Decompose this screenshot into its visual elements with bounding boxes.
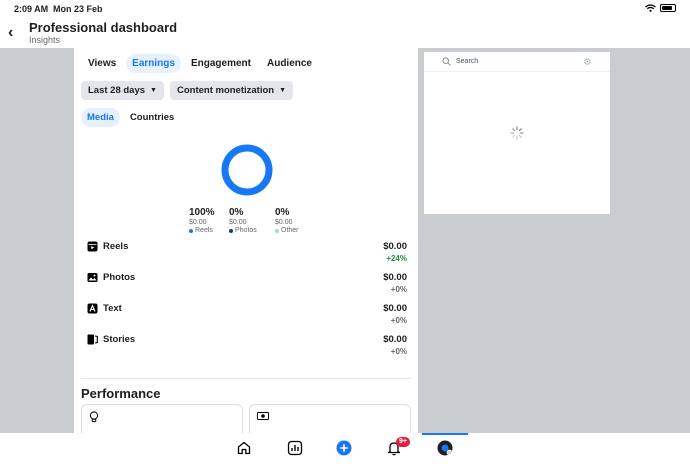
content-type-dropdown[interactable]: Content monetization ▼: [169, 81, 294, 100]
subtab-countries[interactable]: Countries: [124, 108, 180, 127]
list-item-reels[interactable]: Reels $0.00 +24%: [87, 241, 407, 272]
performance-cards: [81, 404, 411, 433]
stat-percent: 0%: [229, 207, 244, 218]
back-icon[interactable]: ‹: [8, 25, 13, 41]
row-value: $0.00: [383, 241, 407, 252]
chevron-down-icon: ▼: [279, 87, 287, 94]
breakdown-legend: 100% $0.00 Reels 0% $0.00 Photos 0% $0.0…: [189, 207, 319, 239]
stories-icon: [87, 334, 98, 345]
create-plus-icon[interactable]: [336, 440, 352, 456]
earnings-panel: Views Earnings Engagement Audience Last …: [74, 48, 418, 433]
date-range-dropdown[interactable]: Last 28 days ▼: [81, 81, 164, 100]
performance-card[interactable]: [81, 404, 243, 433]
tab-engagement[interactable]: Engagement: [185, 54, 257, 73]
stat-percent: 100%: [189, 207, 215, 218]
row-value: $0.00: [383, 303, 407, 314]
reels-icon: [87, 241, 98, 252]
list-item-stories[interactable]: Stories $0.00 +0%: [87, 334, 407, 365]
performance-card[interactable]: [249, 404, 411, 433]
stat-photos: 0% $0.00 Photos: [229, 207, 257, 234]
row-label: Photos: [103, 272, 136, 283]
tab-audience[interactable]: Audience: [261, 54, 318, 73]
content-type-label: Content monetization: [176, 85, 275, 96]
header: ‹ Professional dashboard Insights: [0, 18, 690, 48]
gear-icon[interactable]: [583, 57, 592, 66]
notification-badge: 9+: [396, 437, 410, 447]
home-icon[interactable]: [236, 440, 252, 456]
legend-dot: [275, 228, 279, 233]
stat-label: Photos: [235, 227, 257, 234]
filter-bar: Last 28 days ▼ Content monetization ▼: [81, 81, 294, 100]
row-value: $0.00: [383, 272, 407, 283]
stat-label: Reels: [195, 227, 213, 234]
search-icon: [442, 57, 451, 66]
tab-bar: Views Earnings Engagement Audience: [82, 54, 318, 73]
status-date: Mon 23 Feb: [53, 4, 103, 14]
row-label: Reels: [103, 241, 129, 252]
earnings-list: Reels $0.00 +24% Photos $0.00 +0% Text $…: [87, 241, 407, 365]
status-icons: [645, 4, 676, 12]
active-indicator: [422, 433, 468, 435]
list-item-photos[interactable]: Photos $0.00 +0%: [87, 272, 407, 303]
row-label: Text: [103, 303, 122, 314]
status-time: 2:09 AM: [14, 4, 49, 14]
row-label: Stories: [103, 334, 136, 345]
legend-dot: [229, 228, 233, 233]
donut-segment-reels: [221, 144, 273, 196]
wifi-icon: [645, 4, 656, 12]
stat-label: Other: [281, 227, 299, 234]
stat-reels: 100% $0.00 Reels: [189, 207, 215, 234]
stat-amount: $0.00: [275, 219, 293, 226]
chevron-down-icon: ▼: [150, 87, 157, 94]
battery-icon: [660, 4, 676, 12]
row-change: +0%: [390, 285, 407, 294]
list-item-text[interactable]: Text $0.00 +0%: [87, 303, 407, 334]
profile-avatar-icon[interactable]: [437, 440, 453, 456]
date-range-label: Last 28 days: [88, 85, 146, 96]
search-input[interactable]: Search: [456, 58, 478, 65]
tab-views[interactable]: Views: [82, 54, 122, 73]
subtab-media[interactable]: Media: [81, 108, 120, 127]
stat-percent: 0%: [275, 207, 290, 218]
search-bar[interactable]: Search: [424, 52, 610, 72]
page-title: Professional dashboard: [29, 20, 178, 35]
legend-dot: [189, 228, 193, 233]
page-subtitle: Insights: [29, 35, 61, 45]
row-change: +24%: [386, 254, 407, 263]
earnings-donut-chart: [221, 144, 273, 196]
stat-other: 0% $0.00 Other: [275, 207, 299, 234]
side-panel: Search: [424, 52, 610, 214]
status-bar: 2:09 AM Mon 23 Feb: [0, 0, 690, 18]
row-value: $0.00: [383, 334, 407, 345]
divider: [81, 378, 411, 379]
loading-spinner-icon: [510, 126, 524, 140]
row-change: +0%: [390, 316, 407, 325]
lightbulb-icon: [89, 411, 99, 422]
money-icon: [257, 412, 269, 420]
text-icon: [87, 303, 98, 314]
stat-amount: $0.00: [189, 219, 207, 226]
stat-amount: $0.00: [229, 219, 247, 226]
row-change: +0%: [390, 347, 407, 356]
performance-title: Performance: [81, 386, 161, 401]
dashboard-icon[interactable]: [287, 440, 303, 456]
subtab-bar: Media Countries: [81, 108, 180, 127]
photos-icon: [87, 273, 98, 282]
bottom-navigation: 9+: [0, 433, 690, 475]
tab-earnings[interactable]: Earnings: [126, 54, 181, 73]
